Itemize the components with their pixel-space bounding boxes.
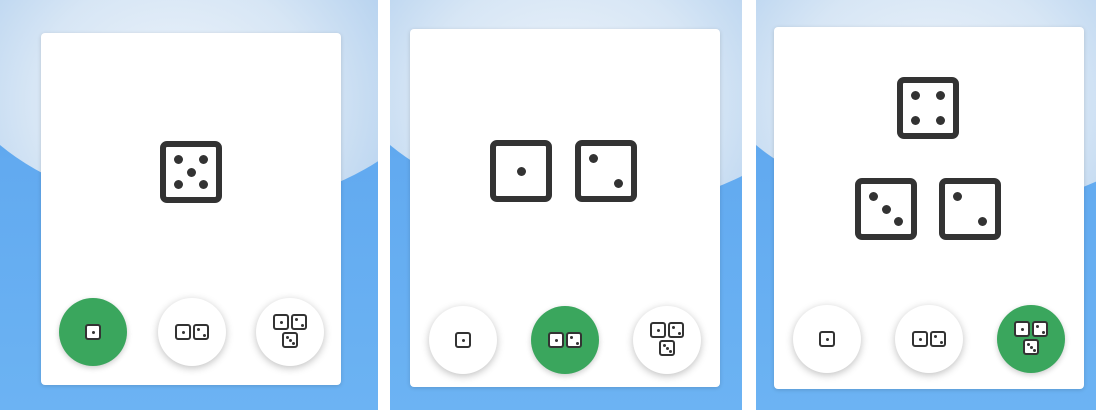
mini-die (1014, 321, 1030, 337)
die-face-2 (939, 178, 1001, 240)
die-pip (911, 91, 920, 100)
three-dice-button[interactable] (633, 306, 701, 374)
two-dice-button[interactable] (531, 306, 599, 374)
die-pip (939, 340, 943, 344)
die-pip (461, 338, 465, 342)
mini-die (1032, 321, 1048, 337)
mini-die (930, 331, 946, 347)
mini-die (175, 324, 191, 340)
one-die-button[interactable] (793, 305, 861, 373)
die-face-4 (897, 77, 959, 139)
die-pip (671, 325, 675, 329)
die-face-3 (855, 178, 917, 240)
die-pip (656, 328, 660, 332)
mini-die (282, 332, 298, 348)
die-pip (300, 323, 304, 327)
die-pip (196, 327, 200, 331)
die-pip (569, 335, 573, 339)
two-dice-button[interactable] (895, 305, 963, 373)
die-pip (665, 346, 669, 350)
screen-two-dice (390, 0, 742, 410)
die-pip (936, 116, 945, 125)
die-pip (825, 337, 829, 341)
die-pip (174, 155, 183, 164)
dice-card (774, 27, 1084, 389)
die-pip (279, 320, 283, 324)
die-pip (575, 341, 579, 345)
die-pip (668, 349, 672, 353)
mini-die (193, 324, 209, 340)
mini-die (455, 332, 471, 348)
mini-die (659, 340, 675, 356)
die-pip (662, 343, 666, 347)
screen-one-die (0, 0, 378, 410)
die-pip (554, 338, 558, 342)
die-pip (199, 180, 208, 189)
mini-die (668, 322, 684, 338)
die-pip (181, 330, 185, 334)
die-pip (869, 192, 878, 201)
three-dice-button[interactable] (997, 305, 1065, 373)
die-face-5 (160, 141, 222, 203)
dice-card (41, 33, 341, 385)
mini-die (291, 314, 307, 330)
one-die-button[interactable] (59, 298, 127, 366)
mini-die (912, 331, 928, 347)
die-pip (1041, 330, 1045, 334)
mini-die (85, 324, 101, 340)
two-dice-button[interactable] (158, 298, 226, 366)
die-pip (288, 338, 292, 342)
dice-card (410, 29, 720, 387)
mini-die (548, 332, 564, 348)
die-pip (291, 341, 295, 345)
mini-die (273, 314, 289, 330)
die-pip (199, 155, 208, 164)
die-pip (91, 330, 95, 334)
die-pip (294, 317, 298, 321)
die-pip (953, 192, 962, 201)
die-pip (933, 334, 937, 338)
die-pip (1020, 327, 1024, 331)
die-pip (285, 335, 289, 339)
die-pip (516, 166, 526, 176)
mini-die (1023, 339, 1039, 355)
die-pip (936, 91, 945, 100)
screen-three-dice (756, 0, 1096, 410)
die-face-2 (575, 140, 637, 202)
die-pip (589, 154, 598, 163)
die-pip (911, 116, 920, 125)
die-pip (978, 217, 987, 226)
die-pip (677, 331, 681, 335)
die-pip (202, 333, 206, 337)
die-pip (918, 337, 922, 341)
die-pip (1026, 342, 1030, 346)
mini-die (650, 322, 666, 338)
die-pip (174, 180, 183, 189)
one-die-button[interactable] (429, 306, 497, 374)
mini-die (566, 332, 582, 348)
die-face-1 (490, 140, 552, 202)
die-pip (1032, 348, 1036, 352)
mini-die (819, 331, 835, 347)
die-pip (1035, 324, 1039, 328)
die-pip (894, 217, 903, 226)
three-dice-button[interactable] (256, 298, 324, 366)
die-pip (186, 167, 196, 177)
die-pip (614, 179, 623, 188)
die-pip (881, 204, 891, 214)
die-pip (1029, 345, 1033, 349)
